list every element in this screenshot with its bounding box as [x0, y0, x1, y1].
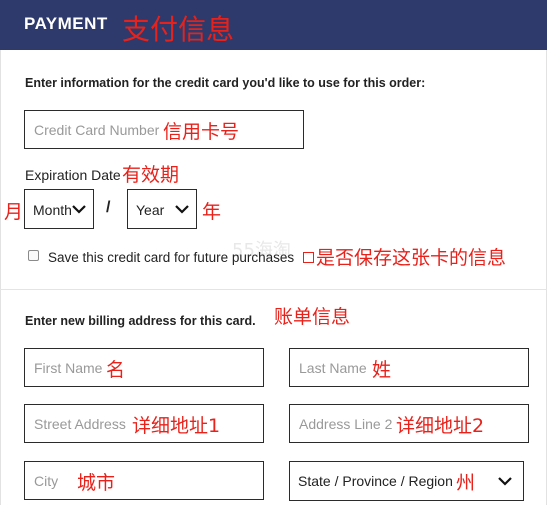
chevron-down-icon: [498, 477, 512, 486]
street-address-annotation: 详细地址1: [132, 415, 221, 437]
address-line-2-input[interactable]: Address Line 2 详细地址2: [289, 404, 529, 443]
frame-border-left: [0, 50, 1, 505]
save-card-label[interactable]: Save this credit card for future purchas…: [48, 250, 294, 265]
section-divider: [0, 289, 547, 290]
first-name-annotation: 名: [106, 359, 126, 381]
save-card-checkbox[interactable]: [28, 250, 39, 261]
address-line-2-annotation: 详细地址2: [396, 415, 485, 437]
first-name-input[interactable]: First Name 名: [24, 348, 264, 387]
billing-annotation: 账单信息: [274, 306, 351, 328]
city-annotation: 城市: [77, 472, 116, 494]
street-address-input[interactable]: Street Address 详细地址1: [24, 404, 264, 443]
chevron-down-icon: [175, 205, 189, 214]
year-annotation: 年: [202, 201, 222, 223]
street-address-placeholder: Street Address: [34, 416, 126, 432]
state-annotation: 州: [456, 472, 476, 494]
expiration-date-label: Expiration Date: [25, 167, 121, 183]
expiration-separator: /: [106, 199, 111, 216]
credit-card-number-annotation: 信用卡号: [163, 121, 240, 143]
city-placeholder: City: [34, 473, 59, 489]
payment-header: PAYMENT 支付信息: [0, 0, 547, 50]
save-card-annotation-text: 是否保存这张卡的信息: [316, 247, 507, 269]
month-select-value: Month: [33, 202, 72, 218]
last-name-input[interactable]: Last Name 姓: [289, 348, 529, 387]
year-select-value: Year: [136, 202, 165, 218]
state-select[interactable]: State / Province / Region 州: [289, 461, 524, 501]
expiration-year-select[interactable]: Year: [127, 189, 197, 229]
card-instructions: Enter information for the credit card yo…: [25, 76, 426, 90]
address-line-2-placeholder: Address Line 2: [299, 416, 393, 432]
chevron-down-icon: [72, 205, 86, 214]
payment-title-annotation: 支付信息: [122, 13, 235, 46]
billing-instructions: Enter new billing address for this card.: [25, 314, 256, 328]
expiration-date-annotation: 有效期: [122, 164, 180, 186]
credit-card-number-input[interactable]: Credit Card Number 信用卡号: [24, 110, 304, 149]
last-name-placeholder: Last Name: [299, 360, 367, 376]
month-annotation: 月: [4, 201, 24, 223]
checkbox-icon: [303, 252, 314, 263]
state-select-value: State / Province / Region: [298, 473, 453, 489]
city-input[interactable]: City 城市: [24, 461, 264, 500]
save-card-annotation: 是否保存这张卡的信息: [303, 243, 506, 270]
expiration-month-select[interactable]: Month: [24, 189, 94, 229]
payment-title: PAYMENT: [24, 14, 108, 33]
credit-card-number-placeholder: Credit Card Number: [34, 122, 160, 138]
last-name-annotation: 姓: [372, 359, 392, 381]
first-name-placeholder: First Name: [34, 360, 103, 376]
